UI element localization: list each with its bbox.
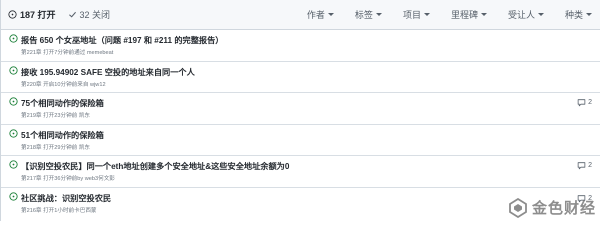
sort-filter-label: 种类 [564, 10, 583, 20]
project-filter[interactable]: 项目 [403, 8, 430, 21]
comments-link[interactable]: 2 [577, 161, 592, 170]
comment-count: 2 [588, 162, 592, 169]
comments-link[interactable]: 2 [577, 98, 592, 107]
issue-opened-icon [9, 34, 18, 43]
issue-opened-icon [8, 10, 17, 19]
watermark-text: 金色财经 [531, 200, 596, 217]
caret-down-icon [375, 13, 382, 16]
caret-down-icon [327, 13, 334, 16]
issue-row: 75个相同动作的保险箱 第219章 打开23分钟前 凯东 2 [1, 93, 600, 125]
comment-count: 2 [588, 99, 592, 106]
assignee-filter-label: 受让人 [507, 10, 535, 20]
comment-icon [577, 99, 586, 107]
issue-row: 51个相同动作的保险箱 第218章 打开29分钟前 凯东 [1, 125, 600, 156]
issue-row: 接收 195.94902 SAFE 空投的地址来自同一个人 第220章 开启10… [1, 62, 600, 93]
jinse-logo-icon [509, 197, 527, 218]
open-issues-tab[interactable]: 187 打开 [8, 8, 56, 21]
issue-opened-icon [9, 97, 18, 106]
issue-title-link[interactable]: 51个相同动作的保险箱 [21, 129, 104, 141]
issue-meta: 第221章 打开7分钟前通过 memebeat [21, 50, 114, 56]
caret-down-icon [423, 13, 430, 16]
check-icon [68, 11, 76, 18]
issue-meta: 第220章 开启10分钟前来自 wjw12 [21, 81, 106, 88]
project-filter-label: 项目 [402, 10, 421, 20]
issue-title-link[interactable]: 报告 650 个女巫地址（问题 #197 和 #211 的完整报告） [21, 34, 223, 46]
issue-meta: 第218章 打开29分钟前 凯东 [21, 144, 91, 151]
issue-opened-icon [9, 65, 18, 75]
issue-title-link[interactable]: 接收 195.94902 SAFE 空投的地址来自同一个人 [21, 66, 195, 78]
caret-down-icon [480, 13, 487, 16]
milestone-filter[interactable]: 里程碑 [451, 8, 487, 21]
watermark: 金色财经 [508, 197, 596, 218]
label-filter-label: 标签 [354, 10, 373, 20]
issues-list: 187 打开 32 关闭 作者 标签 项目 里程碑 受让人 种类 报告 650 … [0, 0, 600, 221]
issue-meta: 第216章 打开1小时前卡巴西蒙 [21, 207, 97, 214]
author-filter[interactable]: 作者 [307, 8, 334, 21]
assignee-filter[interactable]: 受让人 [508, 8, 544, 21]
author-filter-label: 作者 [306, 10, 325, 20]
issue-opened-icon [9, 128, 18, 138]
issue-opened-icon [9, 160, 18, 169]
comment-icon [577, 162, 586, 170]
issues-list-header: 187 打开 32 关闭 作者 标签 项目 里程碑 受让人 种类 [1, 0, 600, 30]
issue-meta: 第217章 打开36分钟前by web3何文彭 [21, 176, 115, 182]
caret-down-icon [586, 13, 592, 16]
label-filter[interactable]: 标签 [355, 8, 382, 21]
issue-row: 报告 650 个女巫地址（问题 #197 和 #211 的完整报告） 第221章… [1, 30, 600, 62]
sort-filter[interactable]: 种类 [565, 8, 592, 21]
issue-title-link[interactable]: 75个相同动作的保险箱 [21, 97, 104, 109]
closed-issues-tab[interactable]: 32 关闭 [68, 8, 111, 21]
issue-opened-icon [9, 191, 18, 201]
milestone-filter-label: 里程碑 [450, 10, 478, 20]
filter-bar: 作者 标签 项目 里程碑 受让人 种类 [307, 8, 592, 21]
issue-title-link[interactable]: 社区挑战：识别空投农民 [21, 192, 111, 204]
issue-title-link[interactable]: 【识别空投农民】同一个eth地址创建多个安全地址&这些安全地址余额为0 [21, 160, 289, 172]
open-count-label: 187 打开 [20, 10, 56, 20]
caret-down-icon [537, 13, 544, 16]
closed-count-label: 32 关闭 [79, 10, 111, 20]
issue-row: 【识别空投农民】同一个eth地址创建多个安全地址&这些安全地址余额为0 第217… [1, 156, 600, 188]
issue-meta: 第219章 打开23分钟前 凯东 [21, 113, 91, 119]
